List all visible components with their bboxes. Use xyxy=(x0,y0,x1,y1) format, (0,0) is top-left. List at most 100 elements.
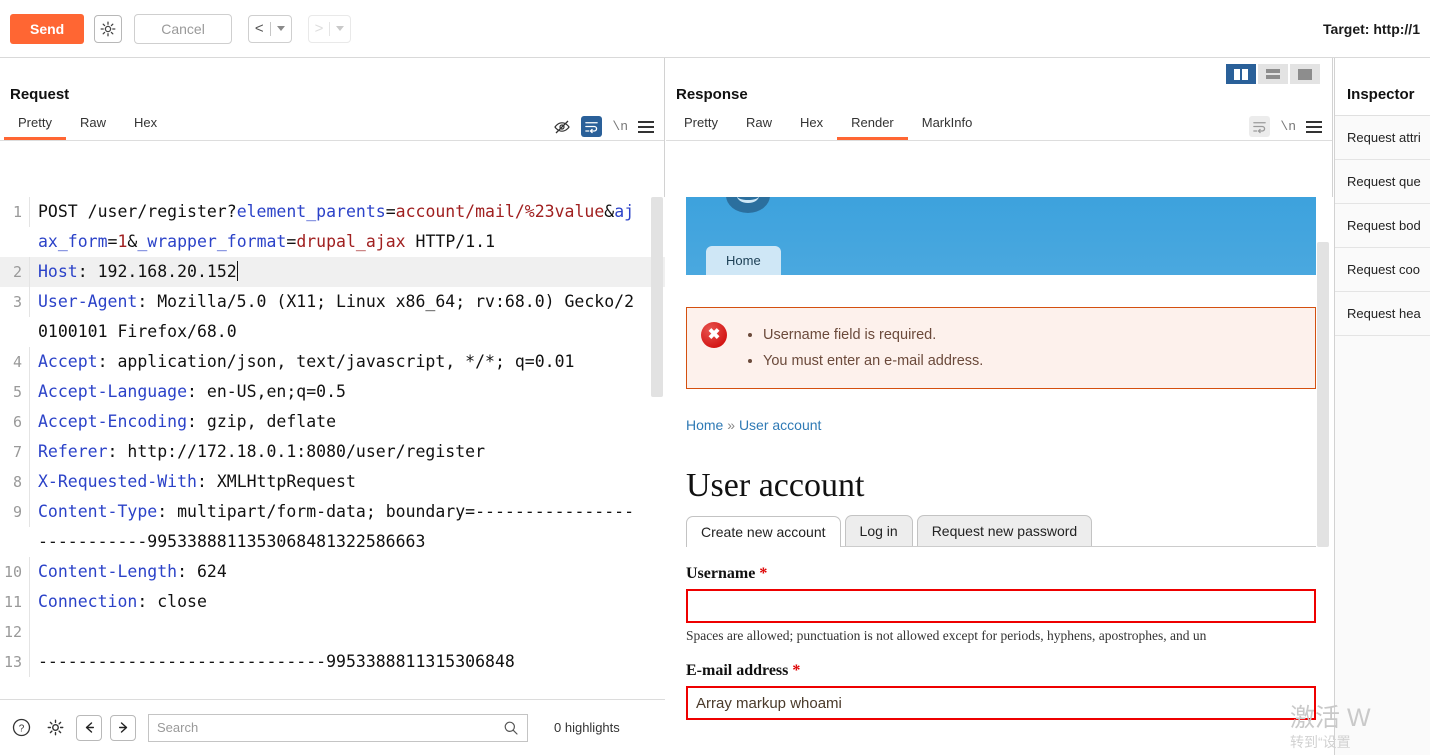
line-number: 4 xyxy=(0,347,30,377)
top-toolbar: Send Cancel < > Target: http://1 xyxy=(0,0,1430,58)
line-number: 1 xyxy=(0,197,30,227)
username-field[interactable] xyxy=(686,589,1316,623)
line-number: 8 xyxy=(0,467,30,497)
drupal-droplet-logo-icon xyxy=(726,197,770,213)
request-line-text[interactable]: Host: 192.168.20.152 xyxy=(38,257,665,287)
forward-nav-button[interactable]: > xyxy=(307,14,352,43)
text-cursor xyxy=(236,261,238,281)
response-scrollbar-thumb[interactable] xyxy=(1317,242,1329,547)
inspector-item[interactable]: Request que xyxy=(1335,160,1430,204)
breadcrumb: Home » User account xyxy=(686,417,1316,433)
request-line-text[interactable]: Referer: http://172.18.0.1:8080/user/reg… xyxy=(38,437,665,467)
inspector-item[interactable]: Request attri xyxy=(1335,116,1430,160)
inspector-item[interactable]: Request bod xyxy=(1335,204,1430,248)
request-panel: Request Pretty Raw Hex \n 1 POST /user/regis… xyxy=(0,58,665,755)
request-line: 11 Connection: close xyxy=(0,587,665,617)
divider xyxy=(269,21,271,36)
breadcrumb-home-link[interactable]: Home xyxy=(686,417,723,433)
search-next-button[interactable] xyxy=(110,714,136,741)
request-search-bar: ? Search 0 highlights xyxy=(0,699,665,755)
response-tab-render[interactable]: Render xyxy=(837,111,908,140)
vertical-split-layout[interactable] xyxy=(1226,64,1256,84)
request-line-text[interactable]: Accept: application/json, text/javascrip… xyxy=(38,347,665,377)
field-label-text: Username xyxy=(686,565,756,582)
back-nav-button[interactable]: < xyxy=(247,14,292,43)
request-line-text[interactable]: Accept-Language: en-US,en;q=0.5 xyxy=(38,377,665,407)
request-line-text[interactable]: Connection: close xyxy=(38,587,665,617)
response-tab-hex[interactable]: Hex xyxy=(786,111,837,140)
field-description: Spaces are allowed; punctuation is not a… xyxy=(686,628,1207,643)
request-settings-gear-icon[interactable] xyxy=(94,14,123,43)
line-number: 12 xyxy=(0,617,30,647)
single-pane-layout[interactable] xyxy=(1290,64,1320,84)
account-tab-log-in[interactable]: Log in xyxy=(844,515,913,546)
send-button[interactable]: Send xyxy=(10,13,85,44)
request-line: 13 -----------------------------995338881… xyxy=(0,647,665,677)
site-nav-home-tab[interactable]: Home xyxy=(706,246,781,275)
help-circle-icon[interactable]: ? xyxy=(8,715,34,741)
hamburger-menu-icon[interactable] xyxy=(638,120,654,133)
required-marker: * xyxy=(755,565,768,582)
search-input[interactable] xyxy=(157,720,503,735)
request-editor[interactable]: 1 POST /user/register?element_parents=acc… xyxy=(0,197,665,755)
inspector-item[interactable]: Request hea xyxy=(1335,292,1430,336)
request-line: 5 Accept-Language: en-US,en;q=0.5 xyxy=(0,377,665,407)
site-header: Home xyxy=(686,197,1316,275)
field-label: E-mail address * xyxy=(686,662,1316,680)
inspector-panel: Inspector Request attri Request que Reques… xyxy=(1334,58,1430,755)
inspector-title: Inspector xyxy=(1335,58,1430,116)
rendered-page: Home ✖ Username field is required.You mu… xyxy=(686,197,1316,720)
field-label: Username * xyxy=(686,565,1316,583)
target-label: Target: http://1 xyxy=(1323,20,1420,37)
request-line: 8 X-Requested-With: XMLHttpRequest xyxy=(0,467,665,497)
cancel-button[interactable]: Cancel xyxy=(134,13,232,44)
line-number: 2 xyxy=(0,257,30,287)
chevron-down-icon[interactable] xyxy=(336,26,345,31)
chevron-left-icon: < xyxy=(254,20,264,37)
request-line-text[interactable]: -----------------------------99533888113… xyxy=(38,647,665,677)
request-line: 10 Content-Length: 624 xyxy=(0,557,665,587)
email-field[interactable] xyxy=(686,686,1316,720)
request-tab-raw[interactable]: Raw xyxy=(66,111,120,140)
response-scrollbar[interactable] xyxy=(1317,197,1329,755)
line-number: 7 xyxy=(0,437,30,467)
response-tab-raw[interactable]: Raw xyxy=(732,111,786,140)
response-panel: Response Pretty Raw Hex Render MarkInfo \n Ho… xyxy=(666,58,1333,755)
request-line-text[interactable]: POST /user/register?element_parents=acco… xyxy=(38,197,665,257)
response-tab-pretty[interactable]: Pretty xyxy=(670,111,732,140)
response-tab-markinfo[interactable]: MarkInfo xyxy=(908,111,987,140)
line-number: 5 xyxy=(0,377,30,407)
inspector-section-list: Request attri Request que Request bod Reque… xyxy=(1335,116,1430,336)
request-scrollbar[interactable] xyxy=(651,197,663,755)
word-wrap-icon[interactable] xyxy=(1249,116,1271,137)
request-line: 12 xyxy=(0,617,665,647)
eye-slash-icon[interactable] xyxy=(553,118,571,136)
request-line-text[interactable]: Accept-Encoding: gzip, deflate xyxy=(38,407,665,437)
newline-icon[interactable]: \n xyxy=(612,119,628,134)
request-tab-hex[interactable]: Hex xyxy=(120,111,171,140)
divider xyxy=(329,21,331,36)
line-number: 3 xyxy=(0,287,30,317)
search-field-wrapper[interactable] xyxy=(148,713,528,742)
request-line-text[interactable]: Content-Type: multipart/form-data; bound… xyxy=(38,497,665,557)
request-line-text[interactable]: Content-Length: 624 xyxy=(38,557,665,587)
request-tab-bar: Pretty Raw Hex \n xyxy=(0,111,664,141)
search-settings-gear-icon[interactable] xyxy=(42,715,68,741)
chevron-down-icon[interactable] xyxy=(276,26,285,31)
search-prev-button[interactable] xyxy=(76,714,102,741)
newline-icon[interactable]: \n xyxy=(1280,119,1296,134)
word-wrap-icon[interactable] xyxy=(581,116,603,137)
request-scrollbar-thumb[interactable] xyxy=(651,197,663,397)
breadcrumb-current[interactable]: User account xyxy=(739,417,821,433)
registration-form: Username * Spaces are allowed; punctuatio… xyxy=(686,565,1316,720)
error-message-box: ✖ Username field is required.You must en… xyxy=(686,307,1316,389)
account-tab-create-new-account[interactable]: Create new account xyxy=(686,516,841,547)
horizontal-split-layout[interactable] xyxy=(1258,64,1288,84)
hamburger-menu-icon[interactable] xyxy=(1306,120,1322,133)
request-line-text[interactable]: User-Agent: Mozilla/5.0 (X11; Linux x86_… xyxy=(38,287,665,347)
request-line-text[interactable]: X-Requested-With: XMLHttpRequest xyxy=(38,467,665,497)
breadcrumb-separator: » xyxy=(727,417,736,433)
inspector-item[interactable]: Request coo xyxy=(1335,248,1430,292)
account-tab-request-new-password[interactable]: Request new password xyxy=(916,515,1093,546)
request-tab-pretty[interactable]: Pretty xyxy=(4,111,66,140)
